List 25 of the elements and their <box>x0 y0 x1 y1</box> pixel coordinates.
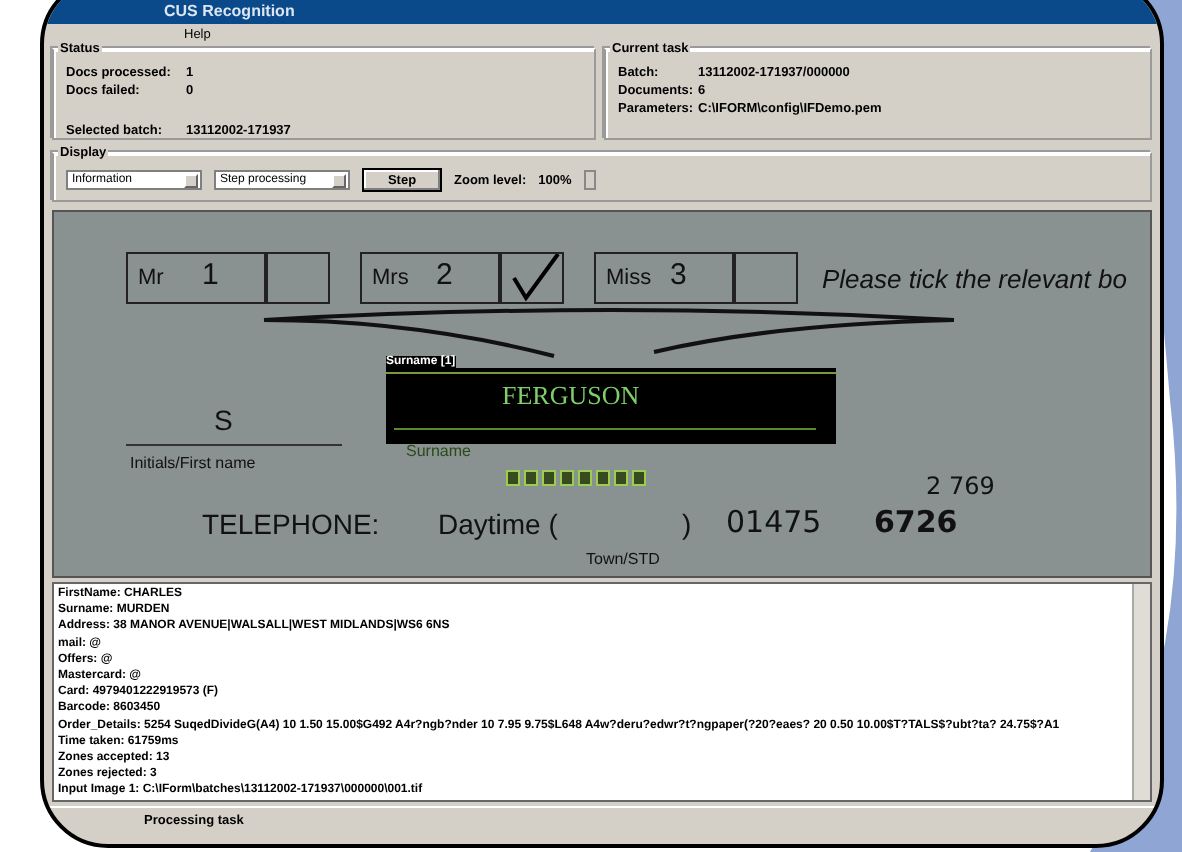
title-number: 3 <box>670 258 687 292</box>
bracket-text: ) <box>682 508 692 540</box>
scrollbar[interactable] <box>1132 584 1150 800</box>
field-caption: Town/STD <box>586 550 660 568</box>
instruction-text: Please tick the relevant bo <box>822 264 1127 294</box>
field-caption: Initials/First name <box>130 454 256 472</box>
initial-text: S <box>214 404 233 436</box>
field-caption: Surname <box>406 442 471 460</box>
window-title: CUS Recognition <box>44 0 1160 24</box>
recognized-text: FERGUSON <box>502 380 640 412</box>
handwritten-correction: 2 769 <box>926 472 995 500</box>
title-label: Mr <box>138 266 164 290</box>
handwritten-number: 6726 <box>874 504 958 540</box>
title-box <box>126 252 266 304</box>
title-box <box>594 252 734 304</box>
title-label: Miss <box>606 266 652 290</box>
title-number: 1 <box>202 258 219 292</box>
daytime-label: Daytime ( <box>438 508 558 540</box>
title-number: 2 <box>436 258 453 292</box>
title-box <box>360 252 500 304</box>
title-label: Mrs <box>372 266 409 290</box>
telephone-label: TELEPHONE: <box>202 508 380 540</box>
spin-button[interactable] <box>583 170 596 190</box>
character-boxes-drawing <box>506 470 646 486</box>
handwritten-number: 01475 <box>726 504 822 540</box>
